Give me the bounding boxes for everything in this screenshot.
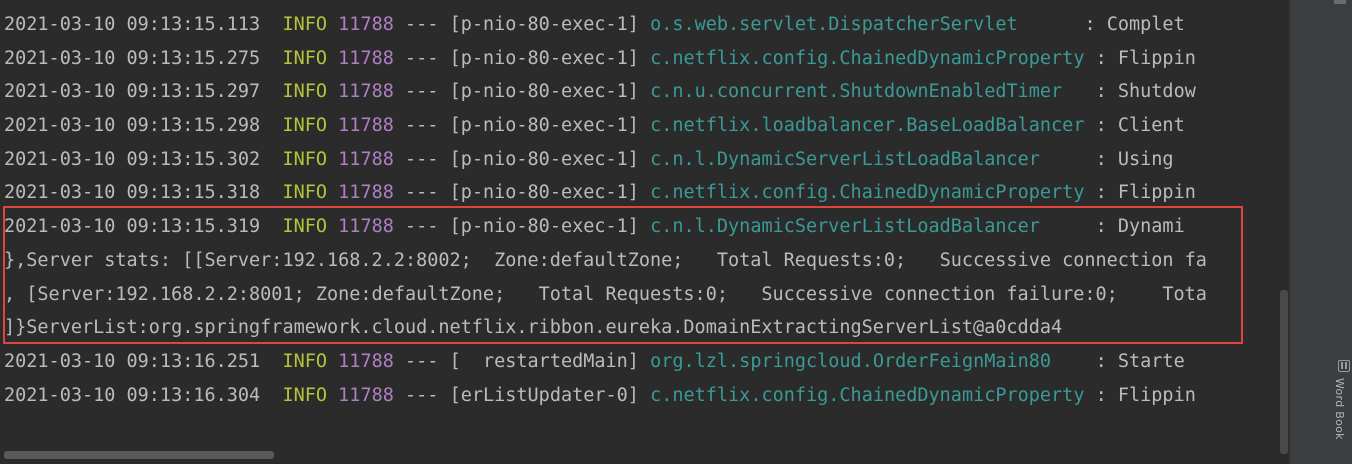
panel-top-marker (1334, 0, 1346, 4)
log-continuation-line: , [Server:192.168.2.2:8001; Zone:default… (4, 283, 1207, 305)
log-thread: [p-nio-80-exec-1] (449, 115, 639, 137)
log-timestamp: 2021-03-10 09:13:15.302 (4, 148, 261, 170)
log-level: INFO (282, 384, 328, 406)
log-pid: 11788 (338, 115, 394, 137)
log-separator: --- (405, 115, 439, 137)
log-timestamp: 2021-03-10 09:13:15.298 (4, 115, 261, 137)
log-logger-link[interactable]: o.s.web.servlet.DispatcherServlet (650, 14, 1018, 35)
log-timestamp: 2021-03-10 09:13:15.113 (4, 14, 261, 35)
log-thread: [p-nio-80-exec-1] (449, 216, 639, 238)
log-logger-link[interactable]: c.netflix.config.ChainedDynamicProperty (650, 182, 1084, 203)
book-icon[interactable] (1338, 360, 1350, 372)
log-message: : Starte (1095, 350, 1185, 372)
log-separator: --- (405, 216, 439, 238)
log-message: : Flippin (1095, 384, 1196, 406)
log-message: : Client (1095, 115, 1185, 137)
log-message: : Shutdow (1095, 81, 1196, 103)
log-separator: --- (405, 182, 439, 204)
log-thread: [p-nio-80-exec-1] (449, 81, 639, 103)
log-thread: [erListUpdater-0] (449, 384, 639, 406)
log-logger-link[interactable]: c.n.l.DynamicServerListLoadBalancer (650, 149, 1040, 170)
log-level: INFO (282, 216, 328, 238)
log-separator: --- (405, 148, 439, 170)
log-separator: --- (405, 47, 439, 69)
log-level: INFO (282, 182, 328, 204)
log-timestamp: 2021-03-10 09:13:15.275 (4, 47, 261, 69)
log-message: : Using (1095, 148, 1174, 170)
log-continuation-line: },Server stats: [[Server:192.168.2.2:800… (4, 249, 1207, 271)
log-line: 2021-03-10 09:13:15.318 INFO 11788 --- [… (0, 176, 1287, 210)
log-timestamp: 2021-03-10 09:13:16.251 (4, 350, 261, 372)
log-separator: --- (405, 350, 439, 372)
log-message: : Dynami (1095, 216, 1185, 238)
vertical-scrollbar[interactable] (1279, 0, 1289, 464)
log-logger-link[interactable]: c.netflix.loadbalancer.BaseLoadBalancer (650, 115, 1084, 136)
word-book-tab[interactable]: Word Book (1333, 378, 1346, 440)
log-thread: [p-nio-80-exec-1] (449, 148, 639, 170)
log-timestamp: 2021-03-10 09:13:15.297 (4, 81, 261, 103)
log-line: 2021-03-10 09:13:15.113 INFO 11788 --- [… (0, 8, 1287, 42)
log-line: 2021-03-10 09:13:16.251 INFO 11788 --- [… (0, 345, 1287, 379)
log-continuation-line: ]}ServerList:org.springframework.cloud.n… (4, 317, 1063, 339)
log-message: : Complet (1084, 14, 1185, 35)
log-logger-link[interactable]: c.netflix.config.ChainedDynamicProperty (650, 385, 1084, 406)
log-line: 2021-03-10 09:13:16.304 INFO 11788 --- [… (0, 379, 1287, 413)
log-level: INFO (282, 81, 328, 103)
horizontal-scrollbar-thumb[interactable] (4, 451, 274, 459)
log-level: INFO (282, 47, 328, 69)
log-logger-link[interactable]: c.n.l.DynamicServerListLoadBalancer (650, 216, 1040, 237)
log-separator: --- (405, 81, 439, 103)
log-logger-link[interactable]: org.lzl.springcloud.OrderFeignMain80 (650, 351, 1051, 372)
log-thread: [p-nio-80-exec-1] (449, 14, 639, 35)
log-level: INFO (282, 115, 328, 137)
log-line: 2021-03-10 09:13:15.302 INFO 11788 --- [… (0, 143, 1287, 177)
log-thread: [p-nio-80-exec-1] (449, 182, 639, 204)
log-pid: 11788 (338, 384, 394, 406)
log-separator: --- (405, 14, 439, 35)
log-line: 2021-03-10 09:13:15.319 INFO 11788 --- [… (0, 210, 1287, 244)
log-pid: 11788 (338, 216, 394, 238)
log-thread: [p-nio-80-exec-1] (449, 47, 639, 69)
log-message: : Flippin (1095, 47, 1196, 69)
log-timestamp: 2021-03-10 09:13:15.318 (4, 182, 261, 204)
right-tool-panel: Word Book (1289, 0, 1352, 464)
log-line: 2021-03-10 09:13:15.298 INFO 11788 --- [… (0, 109, 1287, 143)
log-pid: 11788 (338, 182, 394, 204)
console-output[interactable]: 2021-03-10 09:13:15.113 INFO 11788 --- [… (0, 0, 1287, 464)
log-logger-link[interactable]: c.n.u.concurrent.ShutdownEnabledTimer (650, 81, 1062, 102)
log-level: INFO (282, 148, 328, 170)
log-pid: 11788 (338, 350, 394, 372)
log-level: INFO (282, 350, 328, 372)
log-pid: 11788 (338, 47, 394, 69)
log-timestamp: 2021-03-10 09:13:16.304 (4, 384, 261, 406)
log-separator: --- (405, 384, 439, 406)
log-logger-link[interactable]: c.netflix.config.ChainedDynamicProperty (650, 48, 1084, 69)
log-thread: [ restartedMain] (449, 350, 639, 372)
log-timestamp: 2021-03-10 09:13:15.319 (4, 216, 261, 238)
log-pid: 11788 (338, 81, 394, 103)
log-line: 2021-03-10 09:13:15.297 INFO 11788 --- [… (0, 75, 1287, 109)
log-pid: 11788 (338, 14, 394, 35)
log-level: INFO (282, 14, 328, 35)
log-lines: 2021-03-10 09:13:15.113 INFO 11788 --- [… (0, 8, 1287, 412)
log-pid: 11788 (338, 148, 394, 170)
log-line: 2021-03-10 09:13:15.275 INFO 11788 --- [… (0, 42, 1287, 76)
vertical-scrollbar-thumb[interactable] (1280, 290, 1288, 454)
log-message: : Flippin (1095, 182, 1196, 204)
